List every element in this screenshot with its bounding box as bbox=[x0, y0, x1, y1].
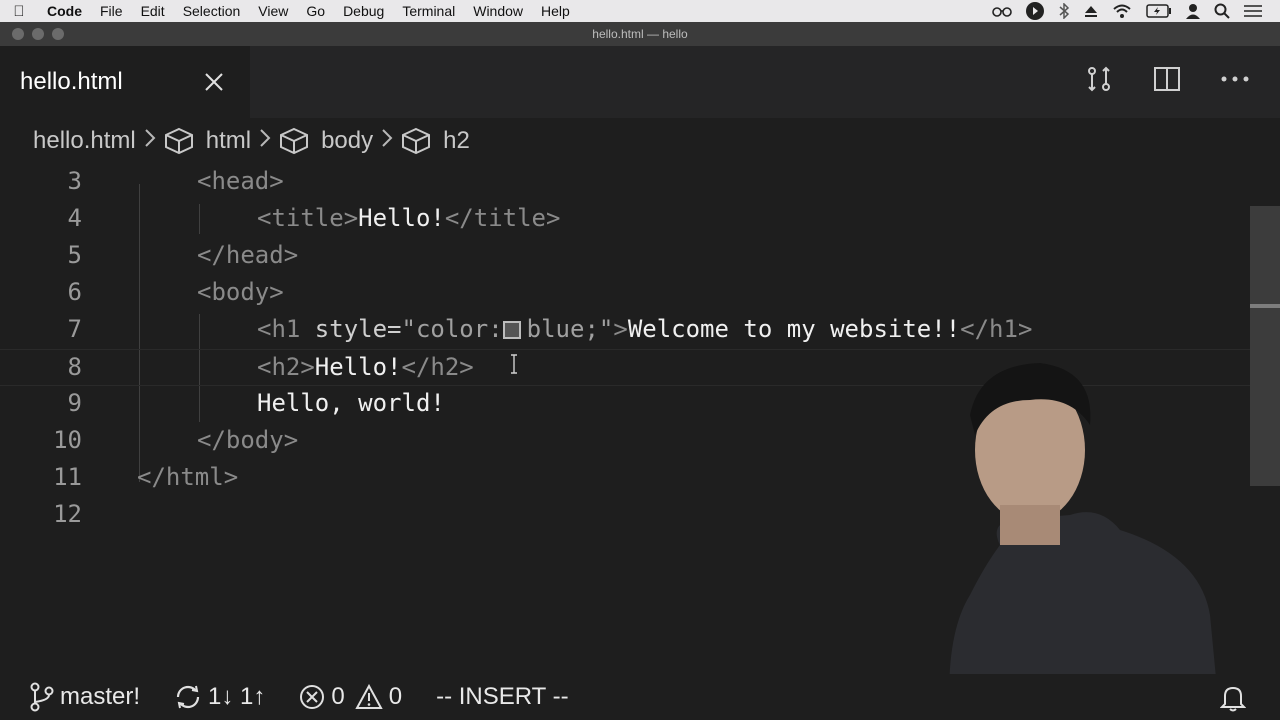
status-bar: master! 1↓ 1↑ 0 0 -- INSERT -- bbox=[0, 674, 1280, 720]
breadcrumb-label: h2 bbox=[443, 127, 470, 154]
git-branch-status[interactable]: master! bbox=[30, 682, 140, 712]
code-line: 3 <head> bbox=[0, 164, 1250, 201]
breadcrumb-label: body bbox=[321, 127, 374, 154]
menu-view[interactable]: View bbox=[249, 3, 297, 19]
line-number: 5 bbox=[67, 241, 82, 269]
split-editor-icon[interactable] bbox=[1152, 64, 1182, 94]
window-controls bbox=[12, 28, 64, 40]
macos-menu-bar:  Code File Edit Selection View Go Debug… bbox=[0, 0, 1280, 22]
play-circle-icon[interactable] bbox=[1026, 2, 1044, 20]
breadcrumb: hello.html html body h2 bbox=[0, 118, 1280, 164]
wifi-icon[interactable] bbox=[1112, 3, 1132, 19]
menu-edit[interactable]: Edit bbox=[132, 3, 174, 19]
breadcrumb-h2[interactable]: h2 bbox=[401, 127, 470, 155]
git-branch-icon bbox=[30, 682, 54, 712]
code-text: </html> bbox=[137, 463, 239, 491]
line-number: 11 bbox=[53, 463, 82, 491]
git-sync-status[interactable]: 1↓ 1↑ bbox=[174, 683, 265, 711]
menu-file[interactable]: File bbox=[91, 3, 132, 19]
close-icon[interactable] bbox=[202, 70, 226, 94]
breadcrumb-label: html bbox=[205, 127, 252, 154]
sync-counts: 1↓ 1↑ bbox=[208, 683, 266, 710]
close-window-button[interactable] bbox=[12, 28, 24, 40]
editor-actions bbox=[1084, 64, 1250, 94]
code-text: Hello, world! bbox=[257, 389, 445, 417]
code-text: <h1 style="color: blue;">Welcome to my we… bbox=[257, 315, 1033, 343]
breadcrumb-body[interactable]: body bbox=[279, 127, 373, 155]
menu-debug[interactable]: Debug bbox=[334, 3, 393, 19]
breadcrumb-html[interactable]: html bbox=[164, 127, 251, 155]
editor-scrollbar[interactable] bbox=[1250, 164, 1280, 669]
warning-count: 0 bbox=[388, 683, 403, 710]
code-line: 7 <h1 style="color: blue;">Welcome to my … bbox=[0, 312, 1250, 349]
notifications-bell-icon[interactable] bbox=[1219, 684, 1247, 717]
code-line: 6 <body> bbox=[0, 275, 1250, 312]
error-icon bbox=[300, 685, 325, 709]
minimize-window-button[interactable] bbox=[32, 28, 44, 40]
editor-tab-bar: hello.html bbox=[0, 46, 1280, 118]
code-line: 5 </head> bbox=[0, 238, 1250, 275]
breadcrumb-file[interactable]: hello.html bbox=[33, 127, 136, 155]
presenter-video-overlay bbox=[730, 355, 1230, 720]
line-number: 4 bbox=[67, 204, 82, 232]
sync-icon bbox=[176, 685, 200, 709]
code-text: <head> bbox=[197, 167, 284, 195]
notification-center-icon[interactable] bbox=[1244, 4, 1262, 18]
chevron-right-icon bbox=[144, 127, 156, 155]
code-text: </head> bbox=[197, 241, 299, 269]
menu-window[interactable]: Window bbox=[464, 3, 532, 19]
chevron-right-icon bbox=[381, 127, 393, 155]
line-number: 3 bbox=[67, 167, 82, 195]
open-changes-icon[interactable] bbox=[1084, 64, 1114, 94]
spotlight-search-icon[interactable] bbox=[1214, 3, 1230, 19]
menubar-status-area bbox=[992, 2, 1280, 20]
battery-icon[interactable] bbox=[1146, 4, 1172, 18]
vim-mode-status: -- INSERT -- bbox=[436, 683, 569, 710]
color-swatch[interactable] bbox=[502, 321, 521, 339]
menu-terminal[interactable]: Terminal bbox=[393, 3, 464, 19]
line-number: 8 bbox=[67, 353, 82, 381]
user-icon[interactable] bbox=[1186, 3, 1200, 19]
more-actions-icon[interactable] bbox=[1220, 64, 1250, 94]
tab-label: hello.html bbox=[20, 68, 123, 95]
error-count: 0 bbox=[331, 683, 345, 710]
branch-name: master! bbox=[60, 683, 141, 710]
line-number: 6 bbox=[67, 278, 82, 306]
code-text: <h2>Hello!</h2> bbox=[257, 353, 474, 381]
apple-menu-icon[interactable]:  bbox=[0, 3, 38, 20]
scrollbar-cursor-marker bbox=[1250, 304, 1280, 308]
symbol-element-icon bbox=[401, 127, 431, 155]
chevron-right-icon bbox=[259, 127, 271, 155]
symbol-element-icon bbox=[279, 127, 309, 155]
window-title: hello.html — hello bbox=[592, 27, 688, 41]
zoom-window-button[interactable] bbox=[52, 28, 64, 40]
text-cursor-icon bbox=[510, 354, 518, 374]
menu-selection[interactable]: Selection bbox=[174, 3, 250, 19]
code-text: <title>Hello!</title> bbox=[257, 204, 561, 232]
menu-help[interactable]: Help bbox=[532, 3, 579, 19]
line-number: 7 bbox=[67, 315, 82, 343]
menu-app-code[interactable]: Code bbox=[38, 3, 91, 19]
code-text: <body> bbox=[197, 278, 284, 306]
tab-hello-html[interactable]: hello.html bbox=[0, 46, 250, 118]
code-text: </body> bbox=[197, 426, 299, 454]
glasses-icon[interactable] bbox=[992, 5, 1012, 17]
line-number: 10 bbox=[53, 426, 82, 454]
code-line: 4 <title>Hello!</title> bbox=[0, 201, 1250, 238]
window-title-bar: hello.html — hello bbox=[0, 22, 1280, 46]
bluetooth-icon[interactable] bbox=[1058, 3, 1070, 19]
eject-icon[interactable] bbox=[1084, 4, 1098, 18]
line-number: 9 bbox=[67, 389, 82, 417]
problems-status[interactable]: 0 0 bbox=[299, 683, 402, 711]
scrollbar-thumb[interactable] bbox=[1250, 206, 1280, 486]
line-number: 12 bbox=[53, 500, 82, 528]
symbol-element-icon bbox=[164, 127, 194, 155]
menu-go[interactable]: Go bbox=[297, 3, 334, 19]
warning-icon bbox=[355, 684, 383, 709]
